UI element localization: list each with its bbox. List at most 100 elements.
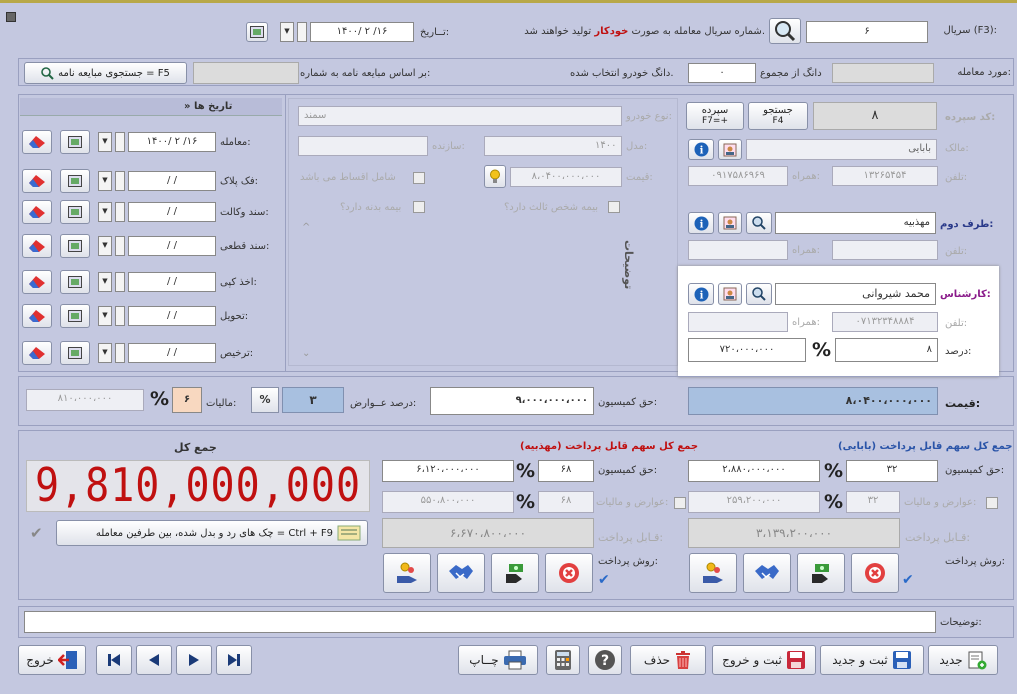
date-row-spinner[interactable] — [115, 236, 125, 256]
seller-commission-pct-input[interactable]: ۳۲ — [846, 460, 938, 482]
buyer-search-button[interactable] — [746, 212, 772, 234]
date-row-clear-button[interactable] — [22, 270, 52, 294]
car-notes-textarea[interactable] — [298, 218, 616, 362]
last-record-button[interactable] — [216, 645, 252, 675]
cash-payment-button[interactable] — [491, 553, 539, 593]
date-row-dropdown[interactable]: ▼ — [98, 202, 112, 222]
date-row-dropdown[interactable]: ▼ — [98, 343, 112, 363]
cancel-payment-button[interactable] — [851, 553, 899, 593]
owner-card-button[interactable] — [718, 139, 742, 160]
new-button[interactable]: جدید — [928, 645, 998, 675]
date-row-dropdown[interactable]: ▼ — [98, 272, 112, 292]
date-row-spinner[interactable] — [115, 306, 125, 326]
subject-input[interactable] — [832, 63, 934, 83]
car-type-input[interactable]: سمند — [298, 106, 622, 126]
buyer-commission-amount-input[interactable]: ۶،۱۲۰،۰۰۰،۰۰۰ — [382, 460, 514, 482]
seller-mobile-input[interactable]: ۰۹۱۷۵۸۶۹۶۹ — [688, 166, 788, 186]
handshake-payment-button[interactable] — [743, 553, 791, 593]
print-button[interactable]: چــاپ — [458, 645, 538, 675]
date-row-clear-button[interactable] — [22, 200, 52, 224]
car-price-input[interactable]: ۸،۰۴۰۰،۰۰۰،۰۰۰ — [510, 167, 622, 187]
seller-tax-amount-input[interactable]: ۲۵۹،۲۰۰،۰۰۰ — [688, 491, 820, 513]
previous-record-button[interactable] — [136, 645, 172, 675]
code-input[interactable]: ۸ — [813, 102, 937, 130]
agent-input[interactable]: محمد شیروانی — [775, 283, 936, 305]
buyer-input[interactable]: مهذبیه — [775, 212, 936, 234]
date-row-calendar-button[interactable] — [60, 234, 90, 258]
help-button[interactable]: ? — [588, 645, 622, 675]
buyer-commission-pct-input[interactable]: ۶۸ — [538, 460, 594, 482]
date-row-input[interactable]: / / — [128, 236, 216, 256]
first-record-button[interactable] — [96, 645, 132, 675]
buyer-tax-amount-input[interactable]: ۵۵۰،۸۰۰،۰۰۰ — [382, 491, 514, 513]
agent-percent-input[interactable]: ۸ — [835, 338, 938, 362]
date-row-spinner[interactable] — [115, 272, 125, 292]
seller-commission-amount-input[interactable]: ۲،۸۸۰،۰۰۰،۰۰۰ — [688, 460, 820, 482]
agent-mobile-input[interactable] — [688, 312, 788, 332]
date-row-spinner[interactable] — [115, 343, 125, 363]
tax-amount-input[interactable]: ۸۱۰،۰۰۰،۰۰۰ — [26, 389, 144, 411]
body-insurance-checkbox[interactable] — [413, 201, 425, 213]
save-exit-button[interactable]: ثبت و خروج — [712, 645, 816, 675]
notes-input[interactable] — [24, 611, 936, 633]
model-input[interactable]: ۱۴۰۰ — [484, 136, 622, 156]
agent-search-button[interactable] — [746, 283, 772, 305]
date-row-dropdown[interactable]: ▼ — [98, 306, 112, 326]
date-row-calendar-button[interactable] — [60, 341, 90, 365]
date-row-input[interactable]: / / — [128, 306, 216, 326]
date-row-clear-button[interactable] — [22, 341, 52, 365]
agent-amount-input[interactable]: ۷۲۰،۰۰۰،۰۰۰ — [688, 338, 806, 362]
commission-input[interactable]: ۹،۰۰۰،۰۰۰،۰۰۰ — [430, 387, 594, 415]
serial-search-button[interactable] — [769, 18, 801, 44]
date-row-calendar-button[interactable] — [60, 130, 90, 154]
serial-input[interactable]: ۶ — [806, 21, 928, 43]
date-row-input[interactable]: / / — [128, 171, 216, 191]
buyer-phone-input[interactable] — [832, 240, 938, 260]
seller-payable-input[interactable]: ۳،۱۳۹،۲۰۰،۰۰۰ — [688, 518, 900, 548]
seller-phone-input[interactable]: ۱۳۲۶۵۴۵۴ — [832, 166, 938, 186]
next-record-button[interactable] — [176, 645, 212, 675]
delete-button[interactable]: حذف — [630, 645, 706, 675]
agent-phone-input[interactable]: ۰۷۱۳۲۳۴۸۸۸۴ — [832, 312, 938, 332]
date-dropdown[interactable]: ▼ — [280, 22, 294, 42]
date-row-input[interactable]: / / — [128, 343, 216, 363]
search-contract-button[interactable]: جستجوی مبایعه نامه = F5 — [24, 62, 187, 84]
date-row-calendar-button[interactable] — [60, 200, 90, 224]
deposit-button[interactable]: سپرده F7=+ — [686, 102, 744, 130]
third-party-checkbox[interactable] — [608, 201, 620, 213]
owner-input[interactable]: بابایی — [746, 139, 937, 160]
date-row-calendar-button[interactable] — [60, 270, 90, 294]
maker-input[interactable] — [298, 136, 428, 156]
tax-input[interactable]: ۶ — [172, 387, 202, 413]
seller-tax-checkbox[interactable] — [986, 497, 998, 509]
date-row-dropdown[interactable]: ▼ — [98, 171, 112, 191]
date-row-input[interactable]: / / — [128, 272, 216, 292]
buyer-info-button[interactable]: i — [688, 212, 714, 234]
buyer-mobile-input[interactable] — [688, 240, 788, 260]
date-row-spinner[interactable] — [115, 171, 125, 191]
coins-payment-button[interactable] — [689, 553, 737, 593]
cancel-payment-button[interactable] — [545, 553, 593, 593]
date-row-dropdown[interactable]: ▼ — [98, 132, 112, 152]
date-row-spinner[interactable] — [115, 132, 125, 152]
calculator-button[interactable] — [546, 645, 580, 675]
date-row-clear-button[interactable] — [22, 169, 52, 193]
installment-checkbox[interactable] — [413, 172, 425, 184]
owner-info-button[interactable]: i — [688, 139, 714, 160]
date-row-input[interactable]: ۱۴۰۰/ ۲ /۱۶ — [128, 132, 216, 152]
coins-payment-button[interactable] — [383, 553, 431, 593]
calendar-button[interactable] — [246, 22, 268, 42]
buyer-payable-input[interactable]: ۶،۶۷۰،۸۰۰،۰۰۰ — [382, 518, 594, 548]
date-spinner[interactable] — [297, 22, 307, 42]
fees-price-input[interactable]: ۸،۰۴۰۰،۰۰۰،۰۰۰ — [688, 387, 938, 415]
date-row-clear-button[interactable] — [22, 304, 52, 328]
date-row-spinner[interactable] — [115, 202, 125, 222]
seller-tax-pct-input[interactable]: ۳۲ — [846, 491, 900, 513]
checks-button[interactable]: چک های رد و بدل شده، بین طرفین معامله = … — [56, 520, 368, 546]
buyer-card-button[interactable] — [718, 212, 742, 234]
buyer-tax-checkbox[interactable] — [674, 497, 686, 509]
date-row-calendar-button[interactable] — [60, 169, 90, 193]
date-row-clear-button[interactable] — [22, 130, 52, 154]
date-row-dropdown[interactable]: ▼ — [98, 236, 112, 256]
exit-button[interactable]: خروج — [18, 645, 86, 675]
